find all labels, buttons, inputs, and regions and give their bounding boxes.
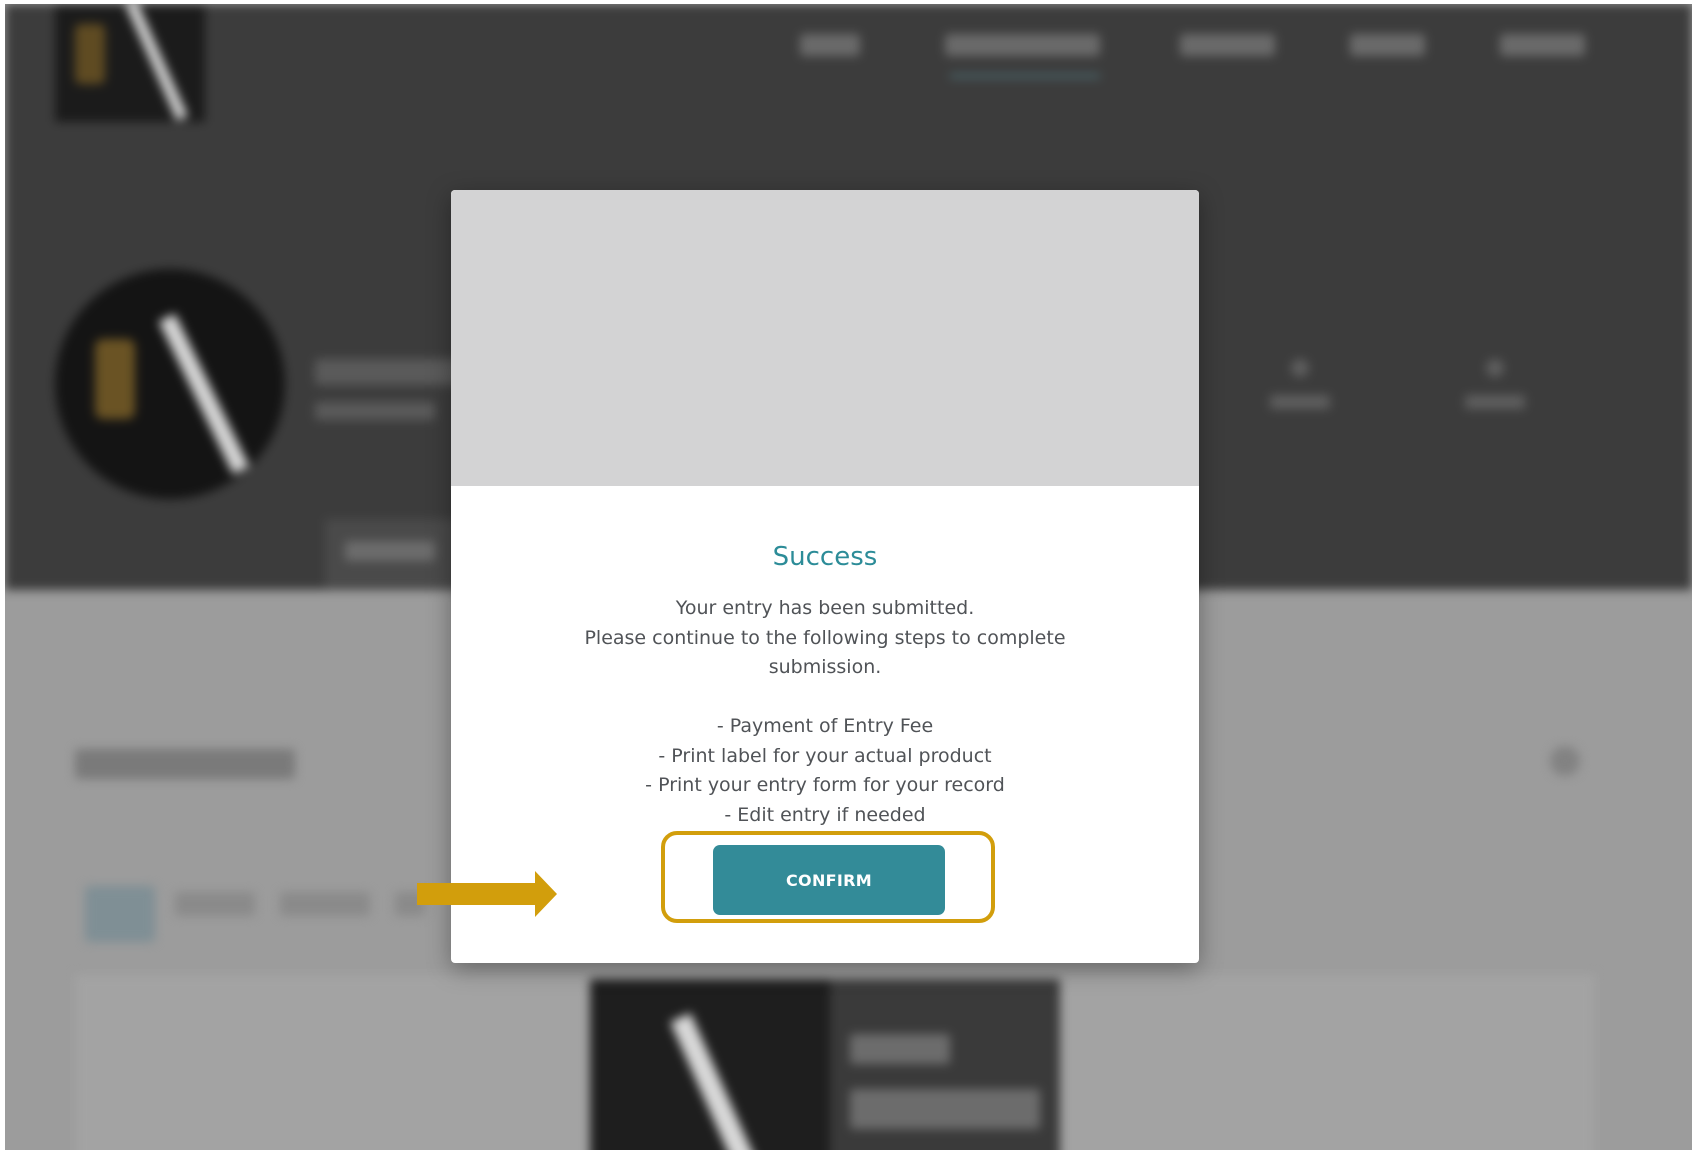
stat-bar (1270, 395, 1330, 409)
step-item: - Print label for your actual product (658, 744, 992, 767)
message-line: Your entry has been submitted. (675, 597, 975, 619)
background-tab-label (345, 541, 435, 561)
background-stat (1265, 359, 1335, 419)
background-stat (1460, 359, 1530, 419)
thumbnail-stroke-mark (670, 1013, 772, 1150)
background-logo (55, 4, 205, 122)
stat-dot (1486, 359, 1504, 377)
background-thumbnail (590, 979, 1060, 1150)
logo-gold-mark (75, 24, 105, 84)
confirm-button[interactable]: CONFIRM (713, 845, 945, 915)
thumbnail-text-line (850, 1089, 1040, 1129)
background-section-title (75, 749, 295, 779)
avatar-stroke-mark (158, 313, 250, 475)
background-filter-chip (280, 892, 370, 916)
step-item: - Payment of Entry Fee (716, 715, 934, 737)
background-nav-item (1350, 34, 1425, 56)
modal-message: Your entry has been submitted. Please co… (561, 594, 1089, 830)
background-section-icon (1550, 746, 1580, 776)
background-avatar (55, 269, 285, 499)
step-item: - Edit entry if needed (724, 803, 926, 826)
success-modal: Success Your entry has been submitted. P… (451, 190, 1199, 963)
message-line: Please continue to the following steps t… (584, 626, 1066, 679)
step-item: - Print your entry form for your record (645, 774, 1005, 796)
background-tab (325, 519, 465, 589)
stat-dot (1291, 359, 1309, 377)
logo-stroke-mark (124, 4, 188, 121)
thumbnail-text-line (850, 1034, 950, 1064)
background-nav-item (1500, 34, 1585, 56)
background-filter-chip (175, 892, 255, 916)
screen: Success Your entry has been submitted. P… (5, 4, 1692, 1150)
avatar-gold-mark (95, 339, 135, 419)
background-nav-item (1180, 34, 1275, 56)
modal-image-placeholder (451, 190, 1199, 486)
background-nav-item (800, 34, 860, 56)
stat-bar (1465, 395, 1525, 409)
background-profile-subtitle (315, 402, 435, 420)
background-nav-item (945, 34, 1100, 56)
arrow-right-icon (417, 871, 557, 917)
background-nav-underline (950, 74, 1100, 78)
modal-title: Success (772, 542, 878, 572)
background-filter-chip (85, 886, 155, 942)
thumbnail-text-panel (830, 979, 1060, 1150)
